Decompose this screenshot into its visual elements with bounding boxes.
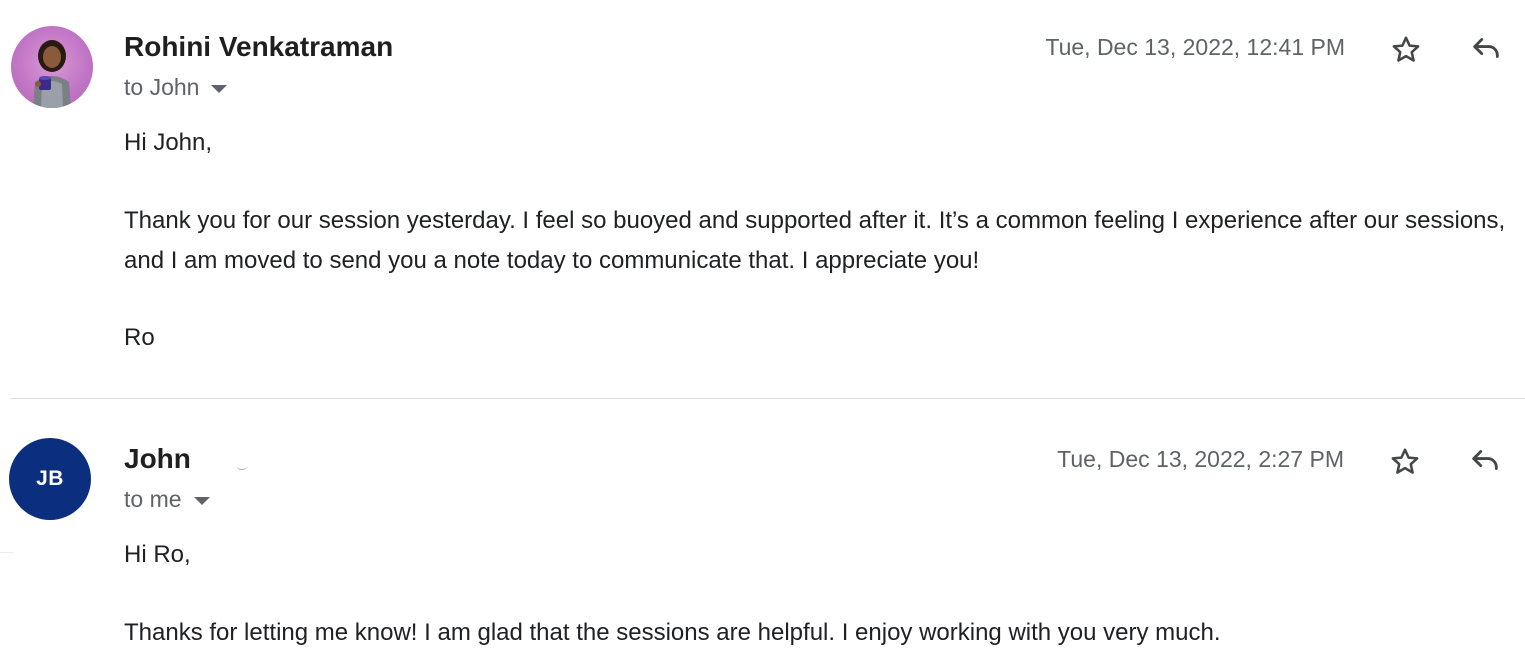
reply-button[interactable] — [1466, 28, 1506, 68]
recipient-details-toggle[interactable]: to John — [124, 74, 228, 101]
reply-button[interactable] — [1465, 440, 1505, 480]
chevron-down-icon — [193, 496, 210, 505]
reply-icon — [1473, 38, 1499, 58]
body-paragraph: Thank you for our session yesterday. I f… — [124, 207, 1506, 274]
star-button[interactable] — [1385, 442, 1425, 482]
email-thread: Rohini Venkatraman to John Tue, Dec 13, … — [0, 0, 1525, 658]
body-signature: Ro — [124, 324, 155, 351]
chevron-down-icon — [211, 84, 228, 93]
avatar-photo-image — [33, 40, 71, 108]
sender-avatar[interactable]: JB — [9, 438, 91, 520]
body-paragraph: Thanks for letting me know! I am glad th… — [124, 619, 1221, 646]
message-body: Hi John, Thank you for our session yeste… — [124, 123, 1519, 358]
body-greeting: Hi Ro, — [124, 541, 191, 568]
sender-name[interactable]: John — [124, 443, 191, 475]
decorative-divider — [0, 552, 14, 553]
sender-avatar[interactable] — [11, 26, 93, 108]
body-greeting: Hi John, — [124, 129, 213, 156]
message-item: Rohini Venkatraman to John Tue, Dec 13, … — [0, 0, 1525, 398]
reply-icon — [1472, 450, 1498, 470]
recipient-details-toggle[interactable]: to me — [124, 486, 210, 513]
message-timestamp: Tue, Dec 13, 2022, 12:41 PM — [1045, 34, 1345, 60]
message-item: JB John to me Tue, Dec 13, 2022, 2:27 PM… — [0, 399, 1525, 658]
star-icon — [1392, 36, 1420, 62]
sender-name[interactable]: Rohini Venkatraman — [124, 31, 393, 63]
star-button[interactable] — [1386, 30, 1426, 70]
message-body: Hi Ro, Thanks for letting me know! I am … — [124, 535, 1519, 653]
star-icon — [1391, 448, 1419, 474]
message-timestamp: Tue, Dec 13, 2022, 2:27 PM — [1057, 446, 1344, 472]
recipient-label: to John — [124, 74, 200, 100]
avatar-initials: JB — [36, 467, 64, 490]
recipient-label: to me — [124, 486, 182, 512]
